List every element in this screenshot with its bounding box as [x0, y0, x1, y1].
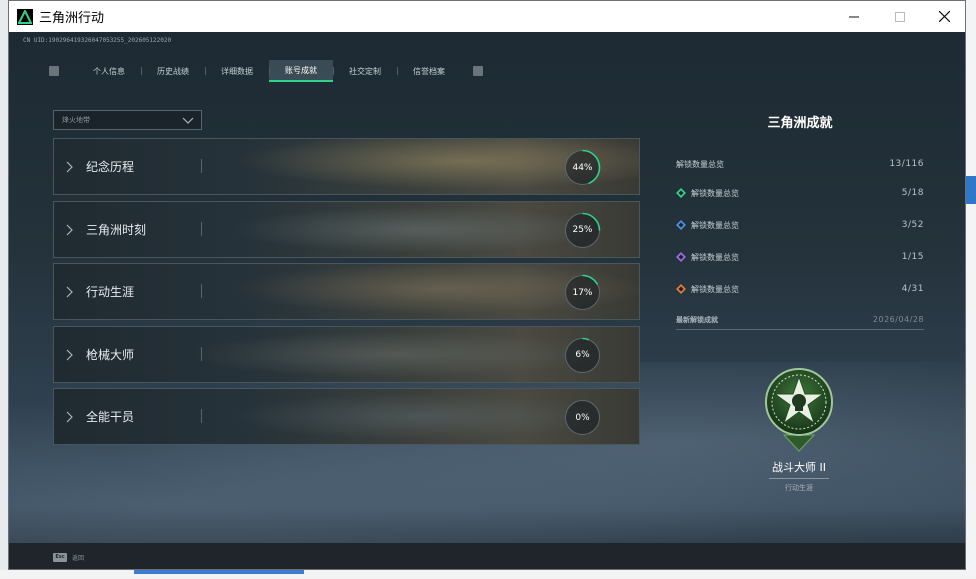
summary-tier-left: 解锁数量总览	[676, 284, 739, 295]
category-divider	[201, 409, 202, 423]
category-card[interactable]: 纪念历程 44%	[53, 138, 640, 195]
summary-total-value: 13/116	[889, 159, 924, 169]
achievement-summary-panel: 三角洲成就 解锁数量总览 13/116 解锁数量总览 5/18 解锁数量总览 3/52…	[676, 112, 924, 330]
tab-next-button[interactable]	[473, 66, 483, 76]
minimize-icon	[849, 16, 859, 17]
tab-prev-button[interactable]	[49, 66, 59, 76]
back-label[interactable]: 返回	[72, 553, 84, 562]
latest-unlock-date: 2026/04/28	[872, 315, 924, 324]
mode-filter-dropdown[interactable]: 烽火地带	[53, 110, 202, 130]
summary-tier-value: 3/52	[901, 220, 924, 230]
category-label: 三角洲时刻	[86, 222, 147, 237]
window-title: 三角洲行动	[39, 10, 105, 25]
latest-unlock-header: 最新解锁成就 2026/04/28	[676, 315, 924, 330]
chevron-right-icon	[66, 224, 73, 235]
summary-title: 三角洲成就	[767, 116, 833, 131]
summary-total-row: 解锁数量总览 13/116	[676, 151, 924, 177]
chevron-right-icon	[66, 286, 73, 298]
category-label: 全能干员	[86, 410, 135, 424]
summary-tier-left: 解锁数量总览	[676, 220, 739, 231]
category-progress-text: 25%	[572, 225, 593, 235]
category-card[interactable]: 枪械大师 6%	[53, 325, 640, 383]
category-card[interactable]: 行动生涯 17%	[53, 263, 640, 320]
summary-tier-value: 5/18	[901, 188, 924, 198]
category-divider	[201, 346, 202, 361]
taskbar-highlight	[134, 570, 304, 574]
tab-social[interactable]: 社交定制	[333, 60, 397, 82]
chevron-right-icon	[66, 411, 73, 423]
esc-key-hint[interactable]: Esc	[53, 552, 67, 562]
summary-tier-row: 解锁数量总览 4/31	[676, 273, 924, 305]
app-window: 三角洲行动 CN UID:190296419326047053255_20260…	[8, 0, 966, 570]
summary-tier-left: 解锁数量总览	[676, 252, 739, 263]
latest-achievement-name: 战斗大师 II	[772, 461, 826, 474]
footer-bar: Esc 返回	[9, 543, 965, 569]
blue-tier-icon	[676, 220, 686, 230]
user-id-text: CN UID:190296419326047053255_20260512202…	[23, 37, 172, 44]
category-progress-text: 6%	[575, 350, 590, 360]
category-card[interactable]: 三角洲时刻 25%	[53, 200, 640, 258]
category-progress-text: 44%	[572, 162, 593, 173]
achievement-category-list: 纪念历程 44% 三角洲时刻 25% 行动生涯 17% 枪械大师 6% 全能干员 0%	[53, 138, 640, 451]
category-divider	[201, 221, 202, 236]
app-logo-icon	[17, 8, 33, 25]
category-divider	[201, 159, 202, 173]
summary-tier-row: 解锁数量总览 3/52	[676, 209, 924, 241]
category-label: 纪念历程	[86, 160, 135, 174]
category-progress-text: 17%	[572, 287, 593, 298]
chevron-down-icon	[182, 117, 194, 124]
latest-achievement-badge-icon[interactable]	[764, 367, 834, 453]
summary-tier-label: 解锁数量总览	[691, 284, 739, 294]
summary-tier-label: 解锁数量总览	[691, 188, 739, 198]
orange-tier-icon	[676, 284, 686, 294]
category-divider	[201, 284, 202, 298]
summary-tier-left: 解锁数量总览	[676, 188, 739, 199]
summary-tier-label: 解锁数量总览	[691, 220, 739, 230]
tab-reputation[interactable]: 信誉档案	[397, 60, 461, 82]
summary-tier-value: 4/31	[901, 284, 924, 294]
purple-tier-icon	[676, 252, 686, 262]
background-window-highlight	[966, 176, 976, 204]
chevron-right-icon	[66, 161, 73, 173]
tab-bar: 个人信息 历史战绩 详细数据 账号成就 社交定制 信誉档案	[49, 59, 483, 83]
green-tier-icon	[676, 188, 686, 198]
summary-total-label: 解锁数量总览	[676, 159, 724, 169]
summary-tier-label: 解锁数量总览	[691, 252, 739, 262]
badge-divider	[769, 478, 829, 479]
minimize-button[interactable]	[831, 1, 877, 32]
close-icon	[938, 11, 950, 22]
tab-profile[interactable]: 个人信息	[77, 60, 141, 82]
tab-history[interactable]: 历史战绩	[141, 60, 205, 82]
category-label: 行动生涯	[86, 285, 135, 299]
latest-achievement-category: 行动生涯	[785, 484, 813, 492]
mode-filter-value: 烽火地带	[62, 116, 90, 124]
tab-details[interactable]: 详细数据	[205, 60, 269, 82]
game-screen: CN UID:190296419326047053255_20260512202…	[9, 32, 965, 569]
summary-tier-row: 解锁数量总览 1/15	[676, 241, 924, 273]
maximize-button[interactable]	[877, 1, 923, 32]
category-label: 枪械大师	[86, 347, 135, 362]
close-button[interactable]	[921, 1, 965, 32]
maximize-icon	[895, 11, 905, 22]
summary-tier-value: 1/15	[901, 252, 924, 262]
category-card[interactable]: 全能干员 0%	[53, 388, 640, 445]
tab-achievements[interactable]: 账号成就	[269, 60, 333, 82]
latest-unlock-label: 最新解锁成就	[676, 316, 718, 324]
chevron-right-icon	[66, 349, 73, 360]
summary-tier-row: 解锁数量总览 5/18	[676, 177, 924, 209]
category-progress-text: 0%	[575, 412, 590, 423]
background-window-edge	[966, 0, 976, 579]
title-bar[interactable]: 三角洲行动	[9, 1, 965, 32]
